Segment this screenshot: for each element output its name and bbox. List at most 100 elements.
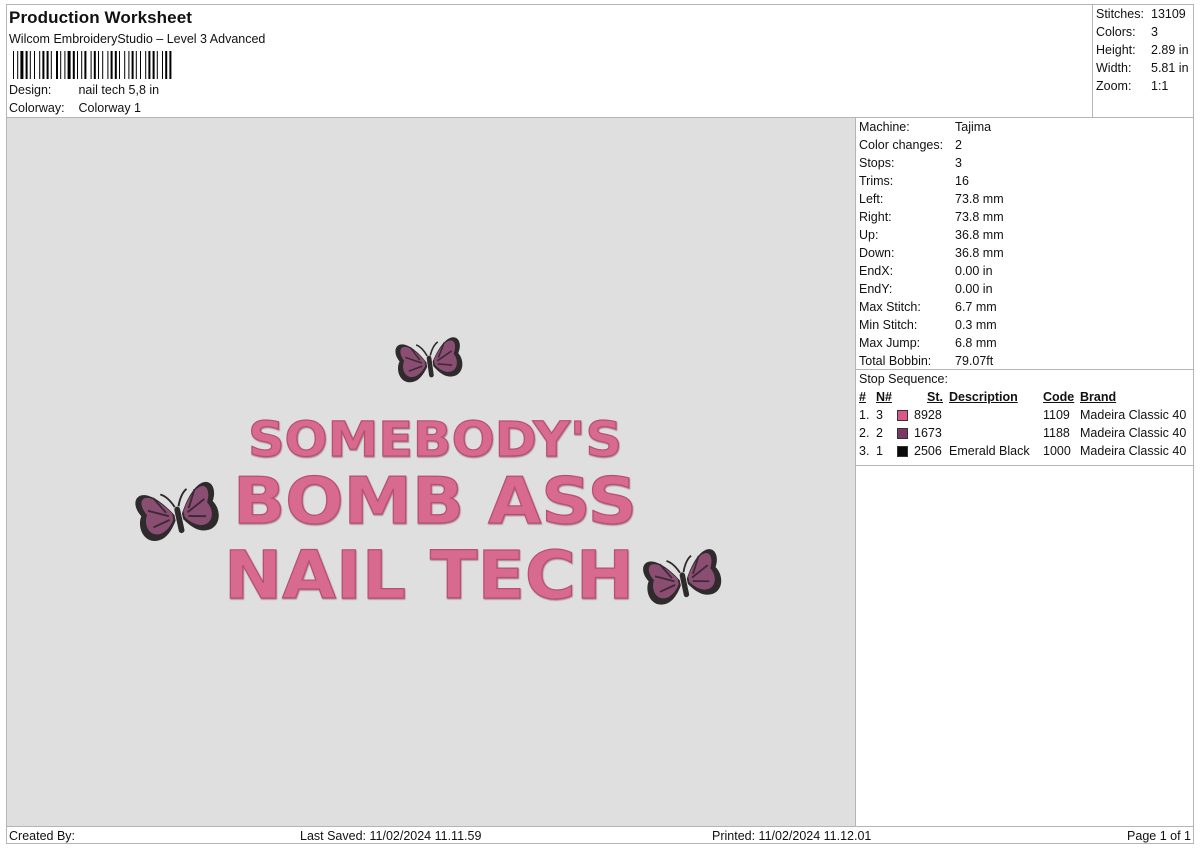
- design-label: Design:: [9, 83, 52, 97]
- printed-date: Printed: 11/02/2024 11.12.01: [712, 829, 872, 843]
- machine-label: Color changes:: [859, 138, 944, 152]
- col-idx-header: #: [859, 390, 866, 404]
- machine-row: Color changes: 2: [859, 137, 1194, 155]
- stop-stitches: 2506: [914, 444, 942, 458]
- barcode-bar: [81, 51, 83, 79]
- barcode-bar: [110, 51, 113, 79]
- machine-label: Max Jump:: [859, 336, 921, 350]
- barcode-bar: [93, 51, 96, 79]
- summary-value: 13109: [1151, 7, 1186, 21]
- barcode-bar: [84, 51, 87, 79]
- machine-label: Stops:: [859, 156, 895, 170]
- stop-idx: 1.: [859, 408, 870, 422]
- barcode-bar: [156, 51, 158, 79]
- stop-idx: 3.: [859, 444, 870, 458]
- barcode-bar: [140, 51, 141, 79]
- barcode-bar: [60, 51, 62, 79]
- barcode-bar: [131, 51, 134, 79]
- machine-info: Machine: Tajima Color changes: 2 Stops: 3 T…: [856, 118, 1194, 370]
- stop-sequence-title: Stop Sequence:: [859, 372, 948, 386]
- design-value: nail tech 5,8 in: [78, 83, 160, 97]
- barcode: [13, 51, 172, 79]
- summary-label: Stitches:: [1096, 7, 1144, 21]
- machine-label: Left:: [859, 192, 884, 206]
- last-saved: Last Saved: 11/02/2024 11.11.59: [300, 829, 482, 843]
- machine-value: 0.3 mm: [955, 318, 997, 332]
- machine-value: 79.07ft: [955, 354, 994, 368]
- worksheet-frame: Production Worksheet Wilcom EmbroiderySt…: [6, 4, 1194, 844]
- machine-value: 6.8 mm: [955, 336, 997, 350]
- machine-label: Machine:: [859, 120, 910, 134]
- barcode-bar: [77, 51, 78, 79]
- stop-description: Emerald Black: [949, 444, 1030, 458]
- machine-value: 6.7 mm: [955, 300, 997, 314]
- barcode-bar: [42, 51, 45, 79]
- stop-code: 1000: [1043, 444, 1071, 458]
- barcode-bar: [102, 51, 104, 79]
- machine-row: Max Jump: 6.8 mm: [859, 335, 1194, 353]
- stop-idx: 2.: [859, 426, 870, 440]
- stop-needle: 1: [876, 444, 883, 458]
- barcode-bar: [145, 51, 147, 79]
- barcode-bar: [98, 51, 99, 79]
- summary-label: Zoom:: [1096, 79, 1132, 93]
- summary-value: 1:1: [1151, 79, 1169, 93]
- col-desc-header: Description: [949, 390, 1018, 404]
- machine-label: Min Stitch:: [859, 318, 918, 332]
- summary-row: Colors: 3: [1096, 24, 1194, 42]
- created-by: Created By:: [9, 829, 76, 843]
- col-st-header: St.: [927, 390, 943, 404]
- barcode-bar: [34, 51, 35, 79]
- summary-value: 5.81 in: [1151, 61, 1189, 75]
- summary-row: Height: 2.89 in: [1096, 42, 1194, 60]
- machine-value: 0.00 in: [955, 264, 993, 278]
- embroidery-design: SOMEBODY'S BOMB ASS NAIL TECH: [132, 335, 725, 615]
- color-swatch: [897, 410, 908, 421]
- summary-row: Width: 5.81 in: [1096, 60, 1194, 78]
- machine-row: Trims: 16: [859, 173, 1194, 191]
- machine-label: Down:: [859, 246, 895, 260]
- page-title: Production Worksheet: [9, 8, 193, 27]
- machine-value: 0.00 in: [955, 282, 993, 296]
- barcode-bar: [67, 51, 71, 79]
- machine-value: 36.8 mm: [955, 246, 1004, 260]
- table-row: 1. 3 8928 1109 Madeira Classic 40: [859, 407, 1194, 425]
- barcode-bar: [72, 51, 75, 79]
- summary-label: Height:: [1096, 43, 1136, 57]
- col-brand-header: Brand: [1080, 390, 1117, 404]
- machine-row: Total Bobbin: 79.07ft: [859, 353, 1194, 371]
- stop-brand: Madeira Classic 40: [1080, 408, 1187, 422]
- summary-label: Colors:: [1096, 25, 1136, 39]
- design-row: Design: nail tech 5,8 in: [9, 83, 159, 97]
- machine-label: EndY:: [859, 282, 893, 296]
- col-n-header: N#: [876, 390, 892, 404]
- barcode-bar: [17, 51, 19, 79]
- machine-row: Min Stitch: 0.3 mm: [859, 317, 1194, 335]
- worksheet-header: Production Worksheet Wilcom EmbroiderySt…: [7, 5, 1092, 118]
- machine-label: Up:: [859, 228, 879, 242]
- machine-value: 73.8 mm: [955, 210, 1004, 224]
- machine-row: Down: 36.8 mm: [859, 245, 1194, 263]
- barcode-bar: [13, 51, 14, 79]
- machine-value: 36.8 mm: [955, 228, 1004, 242]
- barcode-bar: [119, 51, 120, 79]
- design-line-3: NAIL TECH: [224, 537, 634, 614]
- barcode-bar: [148, 51, 151, 79]
- barcode-bar: [128, 51, 130, 79]
- barcode-bar: [169, 51, 172, 79]
- colorway-row: Colorway: Colorway 1: [9, 101, 141, 115]
- colorway-value: Colorway 1: [78, 101, 142, 115]
- machine-row: EndX: 0.00 in: [859, 263, 1194, 281]
- machine-row: EndY: 0.00 in: [859, 281, 1194, 299]
- colorway-label: Colorway:: [9, 101, 65, 115]
- summary-panel: Stitches: 13109 Colors: 3 Height: 2.89 in W…: [1092, 5, 1194, 118]
- summary-value: 3: [1151, 25, 1158, 39]
- summary-row: Stitches: 13109: [1096, 6, 1194, 24]
- stop-code: 1188: [1043, 426, 1070, 440]
- machine-value: 2: [955, 138, 962, 152]
- machine-label: Right:: [859, 210, 892, 224]
- butterfly-top: [393, 335, 465, 385]
- barcode-bar: [50, 51, 52, 79]
- barcode-bar: [64, 51, 66, 79]
- machine-value: Tajima: [955, 120, 992, 134]
